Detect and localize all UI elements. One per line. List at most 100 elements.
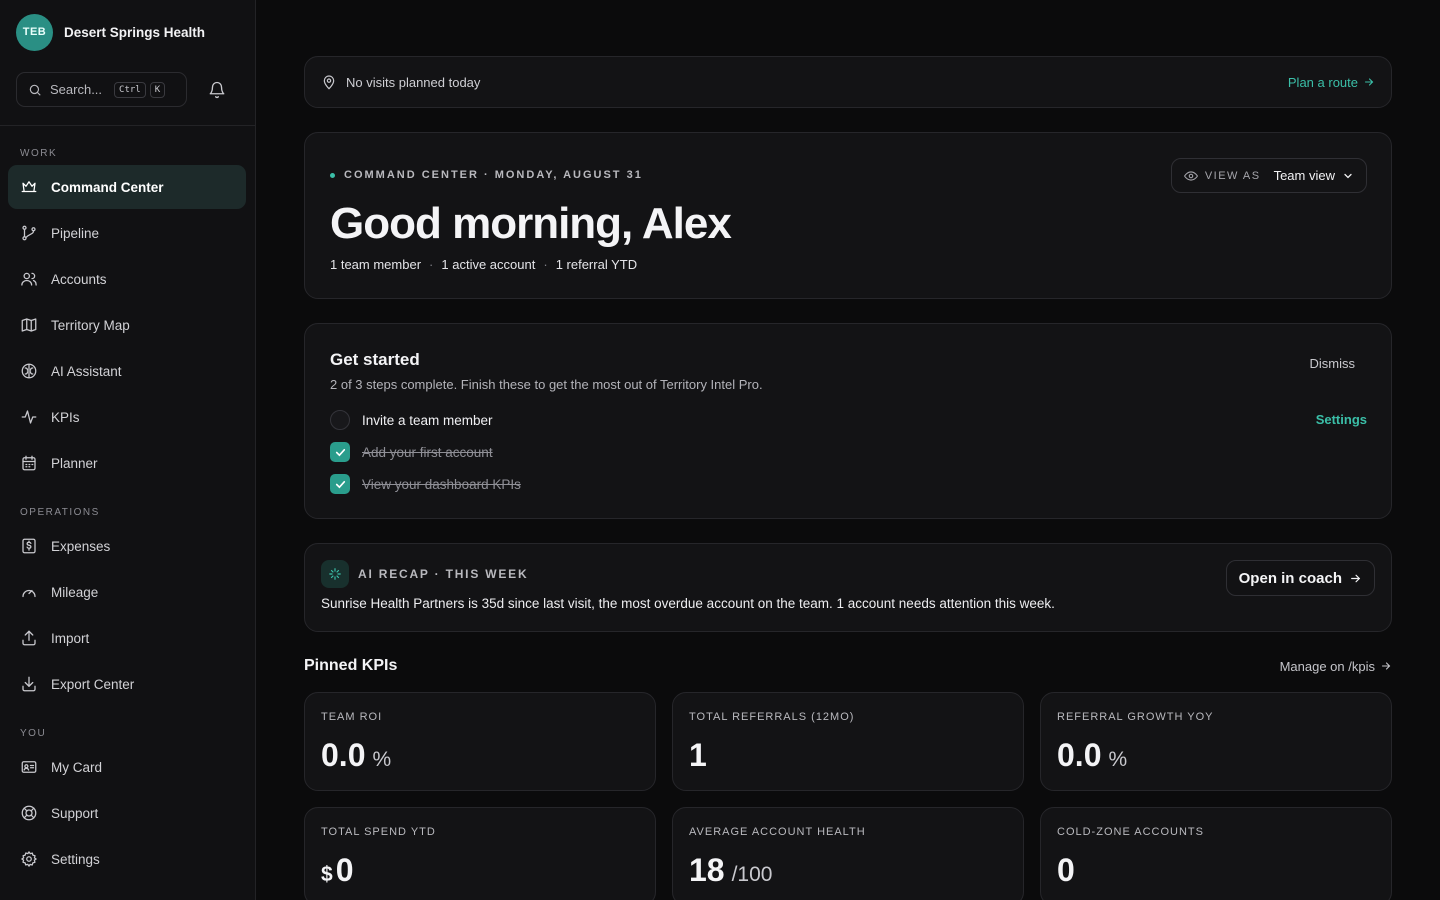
upload-icon bbox=[22, 630, 36, 646]
arrow-right-icon bbox=[1351, 574, 1361, 582]
activity-icon bbox=[21, 410, 37, 424]
brand[interactable]: TEB Desert Springs Health bbox=[0, 0, 255, 64]
notifications-button[interactable] bbox=[208, 81, 226, 99]
sidebar-item-expenses[interactable]: Expenses bbox=[8, 524, 246, 568]
plan-route-link[interactable]: Plan a route bbox=[1288, 75, 1375, 90]
calendar-icon bbox=[22, 455, 36, 471]
shortcut-key-k: K bbox=[149, 81, 166, 98]
kpi-value-row: 0 bbox=[1057, 852, 1075, 889]
kpi-value-row: 0.0% bbox=[321, 737, 391, 774]
git-branch-icon bbox=[22, 225, 36, 241]
step-checkbox-checked[interactable] bbox=[330, 442, 350, 462]
check-icon bbox=[335, 448, 345, 456]
plan-route-label: Plan a route bbox=[1287, 74, 1358, 90]
kpi-card[interactable]: COLD-ZONE ACCOUNTS 0 bbox=[1040, 807, 1392, 900]
sidebar-nav: WORK Command Center Pipeline Accounts Territ… bbox=[0, 148, 255, 881]
sidebar-item-settings[interactable]: Settings bbox=[8, 837, 246, 881]
sidebar-item-label: Pipeline bbox=[51, 225, 100, 241]
kpi-value: 0 bbox=[335, 852, 354, 888]
kpi-label: AVERAGE ACCOUNT HEALTH bbox=[689, 826, 866, 838]
settings-link[interactable]: Settings bbox=[1316, 412, 1367, 427]
sidebar-item-label: Support bbox=[51, 805, 99, 821]
step-checkbox-checked[interactable] bbox=[330, 474, 350, 494]
kpi-prefix: $ bbox=[321, 863, 333, 886]
ai-recap-title: AI RECAP · THIS WEEK bbox=[358, 567, 529, 581]
manage-kpis-link[interactable]: Manage on /kpis bbox=[1280, 659, 1392, 674]
brain-icon bbox=[21, 363, 37, 379]
step-add-first-account[interactable]: Add your first account bbox=[330, 442, 493, 462]
sidebar-item-label: Import bbox=[51, 630, 90, 646]
kpi-suffix: /100 bbox=[731, 863, 773, 886]
kpi-label: REFERRAL GROWTH YOY bbox=[1057, 711, 1214, 723]
view-as-dropdown[interactable]: VIEW AS Team view bbox=[1170, 158, 1367, 193]
pinned-kpis-title: Pinned KPIs bbox=[304, 657, 398, 674]
id-card-icon bbox=[21, 761, 37, 773]
sidebar-item-mileage[interactable]: Mileage bbox=[8, 570, 246, 614]
open-in-coach-button[interactable]: Open in coach bbox=[1225, 560, 1375, 596]
hero-eyebrow-text: COMMAND CENTER · MONDAY, AUGUST 31 bbox=[344, 169, 643, 181]
sidebar-item-ai-assistant[interactable]: AI Assistant bbox=[8, 349, 246, 393]
command-center-hero: COMMAND CENTER · MONDAY, AUGUST 31 Good … bbox=[304, 132, 1392, 299]
sidebar-item-kpis[interactable]: KPIs bbox=[8, 395, 246, 439]
sidebar-item-territory-map[interactable]: Territory Map bbox=[8, 303, 246, 347]
kpi-card[interactable]: TOTAL SPEND YTD $0 bbox=[304, 807, 656, 900]
page-title: Good morning, Alex bbox=[330, 199, 732, 248]
eye-icon bbox=[1183, 170, 1198, 181]
manage-kpis-label: Manage on /kpis bbox=[1279, 658, 1375, 674]
stat-separator: · bbox=[543, 257, 548, 272]
step-view-dashboard-kpis[interactable]: View your dashboard KPIs bbox=[330, 474, 521, 494]
sidebar-item-support[interactable]: Support bbox=[8, 791, 246, 835]
get-started-title: Get started bbox=[330, 350, 420, 369]
users-icon bbox=[21, 272, 37, 286]
download-icon bbox=[22, 676, 36, 692]
check-icon bbox=[335, 480, 345, 488]
step-checkbox-unchecked[interactable] bbox=[330, 410, 350, 430]
gauge-icon bbox=[22, 589, 36, 598]
hero-eyebrow: COMMAND CENTER · MONDAY, AUGUST 31 bbox=[330, 169, 643, 181]
sidebar-item-accounts[interactable]: Accounts bbox=[8, 257, 246, 301]
sidebar-item-import[interactable]: Import bbox=[8, 616, 246, 660]
kpi-label: TEAM ROI bbox=[321, 711, 383, 723]
step-label: Add your first account bbox=[362, 444, 493, 460]
arrow-right-icon bbox=[1364, 78, 1374, 86]
kpi-value: 0.0 bbox=[321, 737, 366, 773]
sidebar-item-label: Expenses bbox=[51, 538, 111, 554]
sidebar-item-pipeline[interactable]: Pipeline bbox=[8, 211, 246, 255]
kpi-value-row: $0 bbox=[321, 852, 353, 889]
kpi-value-row: 0.0% bbox=[1057, 737, 1127, 774]
sidebar: TEB Desert Springs Health Search... Ctrl… bbox=[0, 0, 256, 900]
kpi-card[interactable]: TEAM ROI 0.0% bbox=[304, 692, 656, 791]
ai-recap-text: Sunrise Health Partners is 35d since las… bbox=[321, 596, 1055, 611]
nav-section-title: WORK bbox=[20, 148, 58, 159]
sidebar-item-export-center[interactable]: Export Center bbox=[8, 662, 246, 706]
step-invite-team-member[interactable]: Invite a team member bbox=[330, 410, 493, 430]
open-in-coach-label: Open in coach bbox=[1238, 569, 1342, 587]
kpi-value: 18 bbox=[689, 852, 725, 888]
sidebar-item-my-card[interactable]: My Card bbox=[8, 745, 246, 789]
kpi-card[interactable]: TOTAL REFERRALS (12MO) 1 bbox=[672, 692, 1024, 791]
map-pin-icon bbox=[323, 75, 335, 90]
gear-icon bbox=[21, 851, 37, 867]
kpi-card[interactable]: REFERRAL GROWTH YOY 0.0% bbox=[1040, 692, 1392, 791]
sidebar-item-label: Command Center bbox=[51, 179, 164, 195]
ai-recap-card: AI RECAP · THIS WEEK Sunrise Health Part… bbox=[304, 543, 1392, 632]
sidebar-item-planner[interactable]: Planner bbox=[8, 441, 246, 485]
sparkle-icon bbox=[321, 560, 349, 588]
kpi-label: COLD-ZONE ACCOUNTS bbox=[1057, 826, 1204, 838]
chevron-down-icon bbox=[1344, 173, 1352, 178]
shortcut-key-ctrl: Ctrl bbox=[114, 81, 146, 98]
search-placeholder: Search... bbox=[50, 82, 103, 97]
search-input[interactable]: Search... Ctrl K bbox=[16, 72, 187, 107]
stat-separator: · bbox=[429, 257, 434, 272]
sidebar-item-label: My Card bbox=[51, 759, 103, 775]
kpi-value: 1 bbox=[689, 737, 707, 773]
view-as-value: Team view bbox=[1273, 168, 1335, 183]
dismiss-button[interactable]: Dismiss bbox=[1310, 356, 1356, 371]
sidebar-item-label: Mileage bbox=[51, 584, 99, 600]
sidebar-item-command-center[interactable]: Command Center bbox=[8, 165, 246, 209]
visits-status: No visits planned today bbox=[346, 74, 481, 90]
kpi-card[interactable]: AVERAGE ACCOUNT HEALTH 18/100 bbox=[672, 807, 1024, 900]
sidebar-item-label: Accounts bbox=[51, 271, 107, 287]
step-label: View your dashboard KPIs bbox=[362, 476, 521, 492]
lifebuoy-icon bbox=[21, 805, 37, 821]
